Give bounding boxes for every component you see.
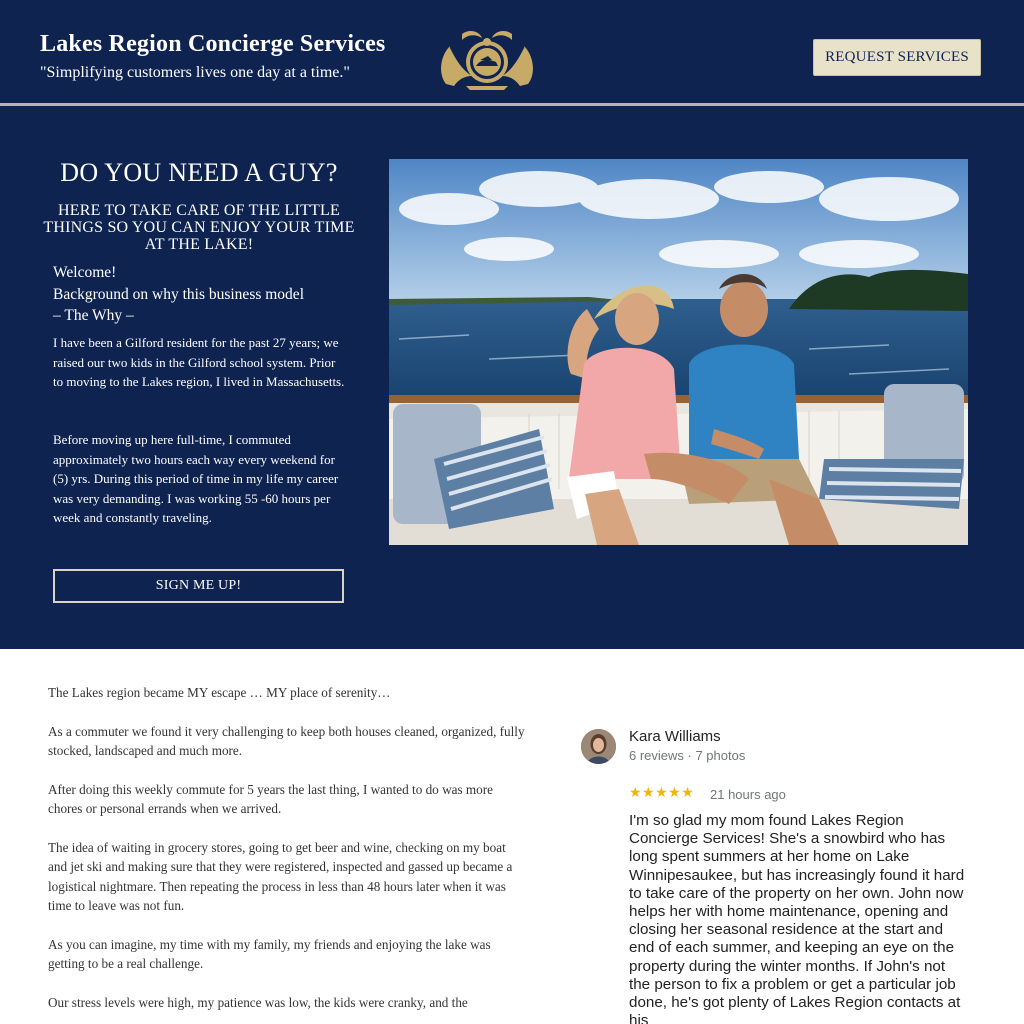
reviewer-meta: 6 reviews · 7 photos	[629, 748, 746, 763]
review-timestamp: 21 hours ago	[710, 787, 786, 802]
hero-section: DO YOU NEED A GUY? HERE TO TAKE CARE OF …	[0, 106, 1024, 649]
hero-heading: DO YOU NEED A GUY?	[60, 158, 338, 187]
story-paragraph: After doing this weekly commute for 5 ye…	[48, 781, 493, 817]
site-tagline: "Simplifying customers lives one day at …	[40, 64, 350, 81]
story-paragraph: The idea of waiting in grocery stores, g…	[48, 839, 513, 914]
crest-logo-icon[interactable]	[436, 26, 538, 90]
welcome-line: Welcome!	[53, 264, 117, 281]
the-why-line: – The Why –	[53, 307, 134, 324]
couple-on-boat-photo	[389, 159, 968, 545]
hero-subheading: HERE TO TAKE CARE OF THE LITTLE THINGS S…	[43, 202, 355, 253]
story-paragraph: The Lakes region became MY escape … MY p…	[48, 685, 391, 700]
story-paragraph: As you can imagine, my time with my fami…	[48, 936, 491, 972]
reviewer-name[interactable]: Kara Williams	[629, 728, 721, 745]
site-title[interactable]: Lakes Region Concierge Services	[40, 31, 385, 58]
background-line: Background on why this business model	[53, 285, 304, 303]
site-header: Lakes Region Concierge Services "Simplif…	[0, 0, 1024, 103]
story-paragraph: Our stress levels were high, my patience…	[48, 994, 468, 1010]
star-rating-icon: ★★★★★	[629, 785, 695, 801]
sign-me-up-button[interactable]: SIGN ME UP!	[53, 569, 344, 603]
welcome-block: Welcome! Background on why this business…	[53, 262, 353, 327]
avatar[interactable]	[581, 729, 616, 764]
story-section: The Lakes region became MY escape … MY p…	[48, 683, 528, 1024]
reviewer-photo-icon	[581, 729, 616, 764]
hero-paragraph-2: Before moving up here full-time, I commu…	[53, 432, 339, 525]
story-paragraph: As a commuter we found it very challengi…	[48, 723, 525, 759]
review-text: I'm so glad my mom found Lakes Region Co…	[629, 812, 965, 1024]
request-services-button[interactable]: REQUEST SERVICES	[813, 39, 981, 76]
hero-paragraph-1: I have been a Gilford resident for the p…	[53, 335, 345, 389]
